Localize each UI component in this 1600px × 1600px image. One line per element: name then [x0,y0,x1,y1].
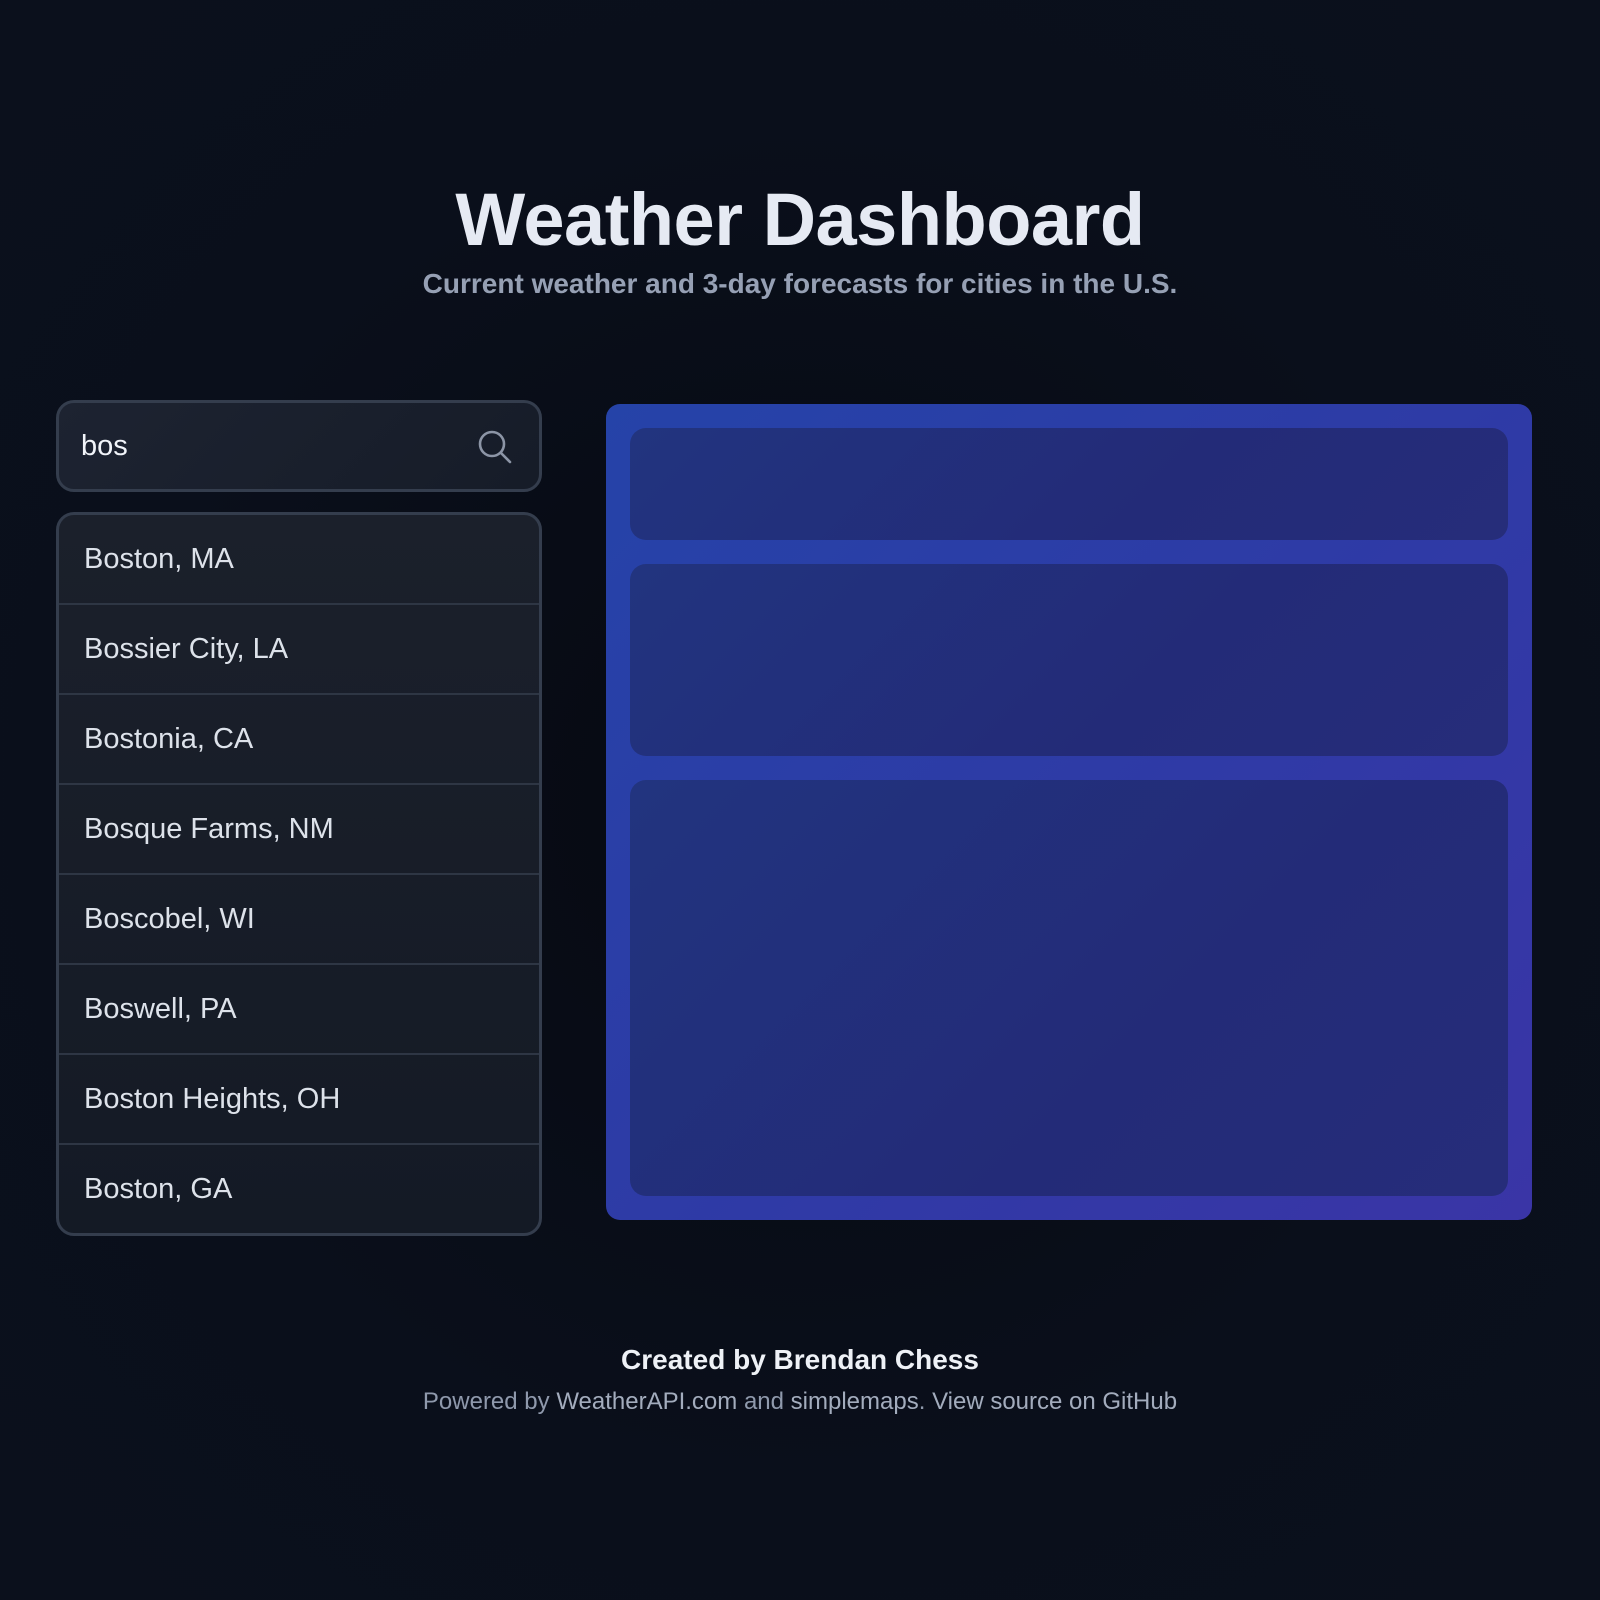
search-result-item[interactable]: Boston, GA [59,1145,539,1233]
github-link[interactable]: View source on GitHub [932,1388,1177,1415]
and-text: and [737,1388,791,1415]
search-result-item[interactable]: Boscobel, WI [59,875,539,965]
search-icon[interactable] [477,429,513,465]
simplemaps-link[interactable]: simplemaps [791,1388,919,1415]
footer-powered-by: Powered by WeatherAPI.com and simplemaps… [0,1384,1600,1420]
search-result-item[interactable]: Bosque Farms, NM [59,785,539,875]
loading-placeholder-current [630,428,1508,540]
footer-credit: Created by Brendan Chess [621,1344,979,1375]
loading-placeholder-details [630,564,1508,756]
weather-panel [606,404,1532,1220]
page-subtitle: Current weather and 3-day forecasts for … [422,268,1178,299]
weatherapi-link[interactable]: WeatherAPI.com [556,1388,737,1415]
powered-prefix: Powered by [422,1388,557,1415]
search-result-item[interactable]: Boston Heights, OH [59,1055,539,1145]
search-results-list: Boston, MA Bossier City, LA Bostonia, CA… [56,512,542,1236]
loading-placeholder-forecast [630,780,1508,1196]
search-box [56,400,542,492]
search-input[interactable] [81,403,441,489]
page-title: Weather Dashboard [455,178,1145,261]
search-result-item[interactable]: Bossier City, LA [59,605,539,695]
period-text: . [918,1388,933,1415]
page-footer: Created by Brendan Chess Powered by Weat… [0,1340,1600,1420]
search-result-item[interactable]: Boston, MA [59,515,539,605]
search-result-item[interactable]: Boswell, PA [59,965,539,1055]
page-header: Weather Dashboard Current weather and 3-… [0,176,1600,302]
search-result-item[interactable]: Bostonia, CA [59,695,539,785]
